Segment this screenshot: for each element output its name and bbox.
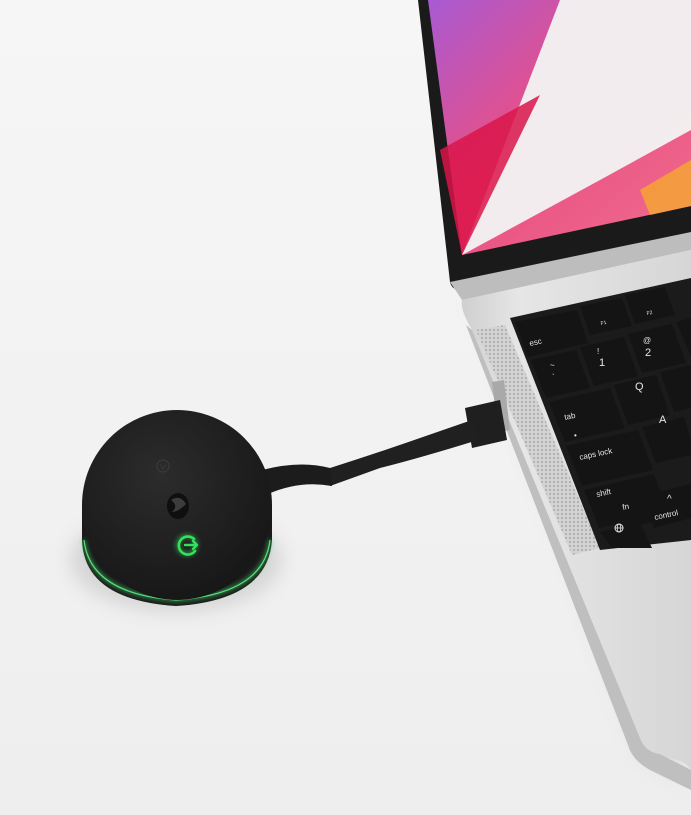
- key-2-top: @: [643, 336, 651, 345]
- key-tilde-bottom: `: [552, 373, 555, 382]
- key-a-label: A: [659, 414, 667, 426]
- product-photo: esc F1 F2 ~ ` ! 1 @ 2 tab Q • caps lock …: [0, 0, 691, 815]
- key-tilde-top: ~: [550, 361, 555, 370]
- brand-logo-icon: [167, 493, 189, 519]
- key-2-bottom: 2: [645, 347, 651, 359]
- laptop-lid: [418, 0, 691, 300]
- key-1-top: !: [597, 347, 599, 356]
- scene-canvas: esc F1 F2 ~ ` ! 1 @ 2 tab Q • caps lock …: [0, 0, 691, 815]
- key-control-glyph: ^: [667, 494, 672, 505]
- key-q-label: Q: [635, 381, 644, 393]
- key-1-bottom: 1: [599, 357, 605, 369]
- caps-indicator: •: [574, 431, 577, 440]
